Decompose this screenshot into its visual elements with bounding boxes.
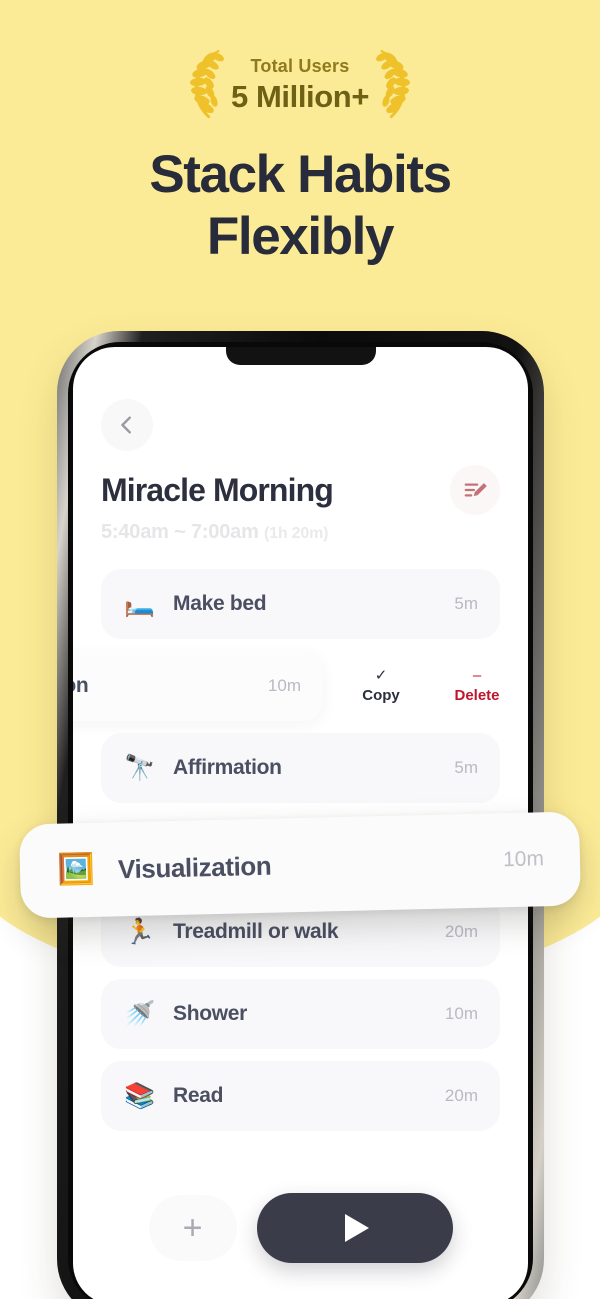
badge-value: 5 Million+ — [230, 78, 370, 114]
check-icon: ✓ — [374, 667, 388, 684]
dragged-habit-card[interactable]: 🖼️ Visualization 10m — [18, 811, 582, 919]
habit-label: Shower — [173, 1002, 248, 1025]
start-routine-button[interactable] — [256, 1193, 453, 1263]
badge-label: Total Users — [250, 55, 350, 76]
dragged-habit-label: Visualization — [117, 850, 272, 884]
edit-pencil-icon — [464, 483, 487, 497]
delete-action-label: Delete — [454, 687, 500, 704]
dragged-habit-duration: 10m — [502, 847, 545, 872]
swipe-action-bar: ✓ Copy – Delete — [352, 651, 506, 721]
total-users-badge: Total Users 5 Million+ — [150, 42, 450, 126]
headline-line-1: Stack Habits — [149, 145, 452, 204]
laurel-wreath-left-icon — [190, 49, 224, 119]
plus-icon: + — [182, 1209, 203, 1247]
routine-title: Miracle Morning — [101, 471, 334, 508]
habit-row-shower[interactable]: 🚿 Shower 10m — [101, 979, 500, 1049]
total-duration-text: (1h 20m) — [264, 525, 329, 542]
delete-action-button[interactable]: – Delete — [448, 668, 506, 704]
page-title: Stack Habits Flexibly — [0, 144, 600, 268]
framed-picture-emoji: 🖼️ — [56, 852, 96, 887]
habit-duration: 20m — [444, 1086, 478, 1105]
habit-row-meditation-swiped: ditation 10m ✓ Copy – Delete — [73, 651, 500, 721]
habit-label: Read — [173, 1084, 224, 1107]
habit-duration: 5m — [454, 758, 478, 777]
habit-label: Affirmation — [173, 756, 282, 779]
laurel-wreath-right-icon — [376, 49, 410, 119]
back-button[interactable] — [101, 399, 153, 451]
app-store-screenshot: Total Users 5 Million+ Stack Habits Flex… — [0, 0, 600, 1299]
header-row: Miracle Morning — [101, 465, 500, 515]
edit-routine-button[interactable] — [450, 465, 500, 515]
habit-label: Treadmill or walk — [173, 920, 339, 943]
habit-row-affirmation[interactable]: 🔭 Affirmation 5m — [101, 733, 500, 803]
habit-label: Make bed — [173, 592, 267, 615]
habit-duration: 10m — [444, 1004, 478, 1023]
bed-emoji: 🛏️ — [124, 589, 156, 618]
habit-label: ditation — [73, 674, 89, 697]
shower-emoji: 🚿 — [124, 999, 156, 1028]
copy-action-label: Copy — [362, 687, 400, 704]
habit-duration: 5m — [454, 594, 478, 613]
routine-time-range: 5:40am ~ 7:00am (1h 20m) — [101, 521, 328, 544]
bottom-action-bar: + — [73, 1193, 528, 1263]
books-emoji: 📚 — [124, 1081, 156, 1110]
swiped-row-body[interactable]: ditation 10m — [73, 651, 323, 721]
chevron-left-icon — [121, 416, 131, 434]
copy-action-button[interactable]: ✓ Copy — [352, 668, 410, 704]
habit-duration: 20m — [444, 922, 478, 941]
headline-line-2: Flexibly — [206, 207, 395, 266]
habit-row-make-bed[interactable]: 🛏️ Make bed 5m — [101, 569, 500, 639]
time-range-text: 5:40am ~ 7:00am — [101, 521, 259, 543]
add-habit-button[interactable]: + — [148, 1195, 237, 1261]
habit-row-read[interactable]: 📚 Read 20m — [101, 1061, 500, 1131]
runner-emoji: 🏃 — [124, 917, 156, 946]
play-icon — [345, 1214, 369, 1242]
phone-notch — [225, 347, 376, 365]
minus-icon: – — [472, 667, 482, 684]
hero-section: Total Users 5 Million+ Stack Habits Flex… — [0, 0, 600, 268]
habit-duration: 10m — [267, 676, 301, 695]
telescope-emoji: 🔭 — [124, 753, 156, 782]
